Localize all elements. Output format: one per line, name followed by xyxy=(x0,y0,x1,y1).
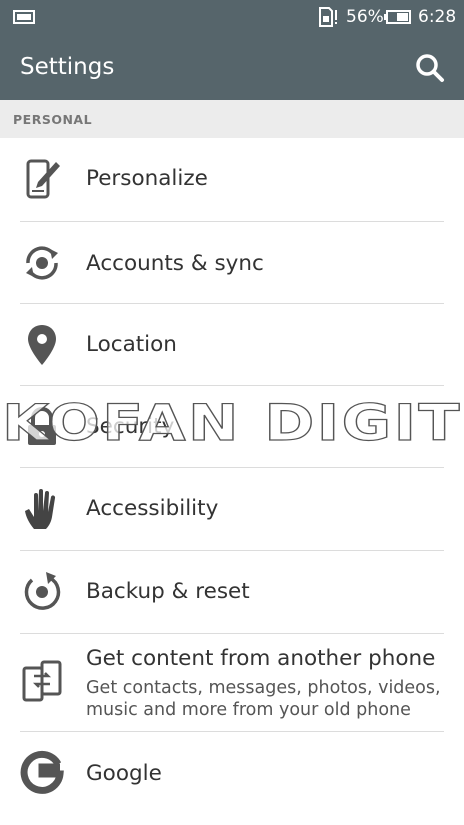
settings-item-personalize[interactable]: Personalize xyxy=(0,138,464,221)
location-pin-icon xyxy=(28,325,56,365)
settings-item-accounts-sync[interactable]: Accounts & sync xyxy=(0,222,464,304)
google-icon xyxy=(20,750,64,794)
screenshot-icon xyxy=(13,10,35,24)
phone-transfer-icon xyxy=(22,660,62,702)
backup-icon xyxy=(24,572,61,610)
hand-icon xyxy=(25,489,56,529)
search-icon[interactable] xyxy=(414,52,446,84)
section-header: PERSONAL xyxy=(0,100,464,138)
lock-icon xyxy=(28,407,56,445)
sim-alert-icon xyxy=(319,7,337,27)
settings-item-label: Google xyxy=(86,761,162,786)
settings-item-get-content[interactable]: Get content from another phone Get conta… xyxy=(0,634,464,731)
settings-item-label: Personalize xyxy=(86,166,208,191)
settings-item-subtitle: Get contacts, messages, photos, videos, … xyxy=(86,678,441,720)
settings-item-google[interactable]: Google xyxy=(0,732,464,816)
battery-percent: 56% xyxy=(346,7,384,27)
settings-item-label: Location xyxy=(86,332,177,357)
personalize-icon xyxy=(26,159,60,199)
settings-item-accessibility[interactable]: Accessibility xyxy=(0,468,464,550)
settings-item-label: Accounts & sync xyxy=(86,251,264,276)
settings-item-label: Accessibility xyxy=(86,496,219,521)
settings-item-label: Backup & reset xyxy=(86,579,250,604)
status-bar: 56% 6:28 xyxy=(0,0,464,34)
settings-list: Personalize Accounts & sync Location Sec… xyxy=(0,138,464,825)
settings-item-label: Get content from another phone xyxy=(86,646,436,671)
settings-item-security[interactable]: Security xyxy=(0,386,464,468)
section-header-label: PERSONAL xyxy=(13,112,93,127)
sync-icon xyxy=(26,246,58,280)
page-title: Settings xyxy=(20,54,115,80)
settings-item-location[interactable]: Location xyxy=(0,304,464,386)
settings-item-backup-reset[interactable]: Backup & reset xyxy=(0,551,464,633)
app-bar: Settings xyxy=(0,34,464,100)
clock: 6:28 xyxy=(418,7,457,27)
battery-icon xyxy=(384,10,411,24)
settings-item-label: Security xyxy=(86,414,175,439)
